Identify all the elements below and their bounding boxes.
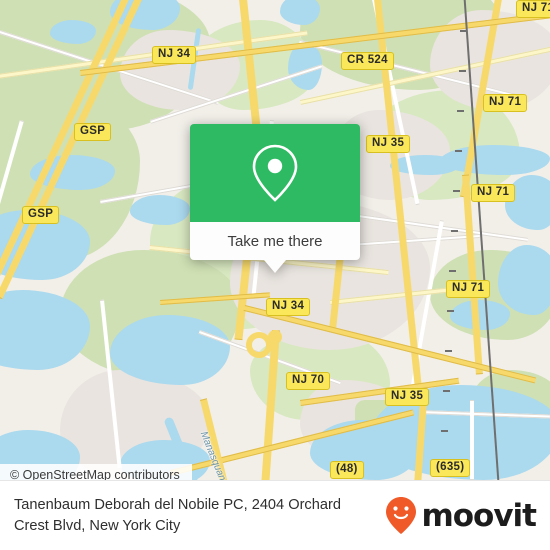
- shield-nj-35-top: NJ 35: [366, 135, 411, 153]
- shield-cr-524: CR 524: [341, 52, 394, 70]
- map-canvas[interactable]: Manasquan River NJ 34 CR 524 NJ 71 NJ 35 NJ …: [0, 0, 550, 480]
- shield-gsp-lower: GSP: [22, 206, 60, 224]
- popup-pointer: [264, 260, 286, 273]
- shield-nj-71-mid: NJ 71: [471, 184, 516, 202]
- map-screenshot: Manasquan River NJ 34 CR 524 NJ 71 NJ 35 NJ …: [0, 0, 550, 550]
- attribution-text: © OpenStreetMap contributors: [10, 468, 180, 480]
- moovit-wordmark: moovit: [421, 498, 537, 534]
- shield-nj-34-south: NJ 34: [266, 298, 311, 316]
- moovit-logo[interactable]: moovit: [384, 496, 550, 536]
- shield-nj-70: NJ 70: [286, 372, 331, 390]
- shield-gsp-upper: GSP: [74, 123, 112, 141]
- popup-action-button[interactable]: Take me there: [190, 222, 360, 260]
- shield-nj-34-north: NJ 34: [152, 46, 197, 64]
- shield-nj-35-south: NJ 35: [385, 388, 430, 406]
- shield-nj-71-corner: NJ 71: [516, 0, 550, 18]
- map-pin-icon: [252, 144, 298, 202]
- map-attribution[interactable]: © OpenStreetMap contributors: [0, 464, 192, 480]
- footer-bar: Tanenbaum Deborah del Nobile PC, 2404 Or…: [0, 480, 550, 550]
- shield-nj-71-lower: NJ 71: [446, 280, 491, 298]
- moovit-pin-icon: [386, 497, 417, 534]
- shield-cr-48: (48): [330, 461, 364, 479]
- location-popup[interactable]: Take me there: [190, 124, 360, 273]
- popup-action-label: Take me there: [227, 232, 323, 250]
- popup-header: [190, 124, 360, 222]
- place-title: Tanenbaum Deborah del Nobile PC, 2404 Or…: [14, 497, 341, 534]
- shield-nj-71-top: NJ 71: [483, 94, 528, 112]
- shield-cr-635: (635): [430, 459, 471, 477]
